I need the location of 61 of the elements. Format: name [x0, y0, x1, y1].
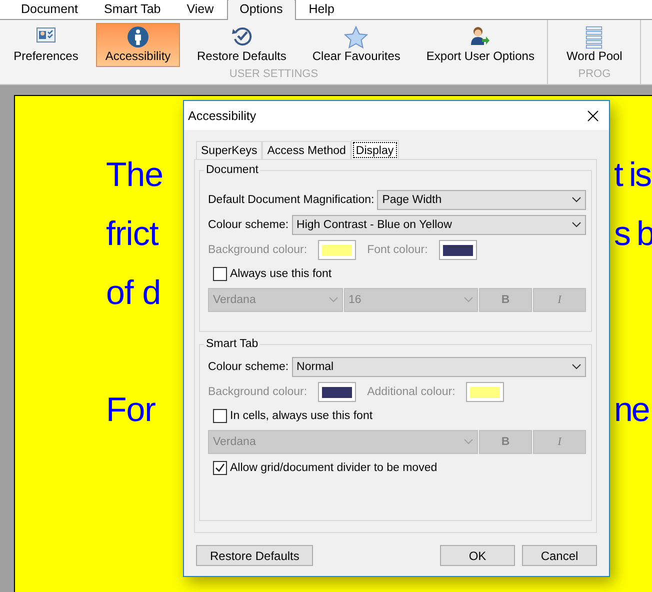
dialog-tab[interactable]: SuperKeys — [196, 141, 262, 159]
chevron-down-icon — [572, 364, 581, 370]
dialog-button[interactable]: Cancel — [522, 545, 597, 566]
field-label: Background colour: — [208, 386, 308, 398]
ribbon-button[interactable]: Clear Favourites — [303, 23, 410, 67]
checkbox[interactable] — [213, 409, 227, 423]
document-text: frict — [106, 214, 158, 255]
checkbox-label: Allow grid/document divider to be moved — [230, 462, 438, 474]
dialog-tab[interactable]: Access Method — [262, 141, 351, 159]
dialog-title: Accessibility — [188, 108, 256, 122]
dropdown[interactable]: Normal — [292, 357, 586, 377]
colour-swatch-button[interactable] — [318, 240, 356, 260]
field-label: Background colour: — [208, 244, 308, 256]
document-text: t is — [614, 155, 650, 196]
group-label: PROG — [578, 68, 611, 80]
chevron-down-icon — [572, 222, 581, 228]
menu-tab[interactable]: Help — [296, 0, 348, 19]
ribbon-button[interactable]: Preferences — [4, 23, 88, 67]
restore-defaults-button[interactable]: Restore Defaults — [196, 545, 314, 566]
dropdown[interactable]: High Contrast - Blue on Yellow — [292, 215, 586, 235]
chevron-down-icon — [328, 297, 338, 303]
dialog-tab[interactable]: Display — [350, 140, 399, 160]
accessibility-icon — [127, 26, 149, 48]
close-button[interactable] — [585, 108, 601, 124]
chevron-down-icon — [572, 197, 581, 203]
dialog-button[interactable]: OK — [440, 545, 515, 566]
colour-swatch-button[interactable] — [466, 382, 504, 402]
chevron-down-icon — [464, 439, 473, 445]
field-label: Colour scheme: — [208, 361, 289, 373]
menu-tab[interactable]: View — [174, 0, 227, 19]
field-label: Default Document Magnification: — [208, 194, 374, 206]
colour-swatch-button[interactable] — [318, 382, 356, 402]
dropdown[interactable]: Page Width — [377, 190, 586, 210]
checkbox-label: In cells, always use this font — [230, 410, 373, 422]
document-text: s b — [614, 214, 652, 255]
document-text: For — [106, 390, 156, 431]
menu-tab[interactable]: Document — [8, 0, 91, 19]
ribbon-button[interactable]: Restore Defaults — [188, 23, 296, 67]
contact-card-icon — [36, 26, 56, 44]
field-label: Colour scheme: — [208, 219, 289, 231]
user-arrow-icon — [470, 26, 490, 46]
checkbox[interactable] — [213, 267, 227, 281]
document-text: ne — [614, 390, 649, 431]
colour-swatch-button[interactable] — [438, 240, 477, 260]
document-text: of d — [106, 273, 161, 314]
group-label: USER SETTINGS — [229, 68, 318, 80]
group-title: Document — [205, 164, 260, 176]
checkbox[interactable] — [213, 461, 227, 475]
ribbon-button[interactable]: Word Pool — [552, 23, 636, 67]
menu-tab[interactable]: Smart Tab — [90, 0, 174, 19]
document-text: The — [106, 155, 164, 196]
star-icon — [344, 26, 368, 49]
ribbon-button[interactable]: Export User Options — [417, 23, 544, 67]
checkbox-label: Always use this font — [230, 268, 332, 280]
restore-check-icon — [230, 26, 253, 46]
chevron-down-icon — [464, 297, 473, 303]
field-label: Font colour: — [367, 244, 428, 256]
ribbon-button[interactable]: Accessibility — [96, 23, 180, 67]
menu-tab[interactable]: Options — [226, 0, 296, 20]
group-title: Smart Tab — [205, 338, 260, 350]
field-label: Additional colour: — [367, 386, 456, 398]
